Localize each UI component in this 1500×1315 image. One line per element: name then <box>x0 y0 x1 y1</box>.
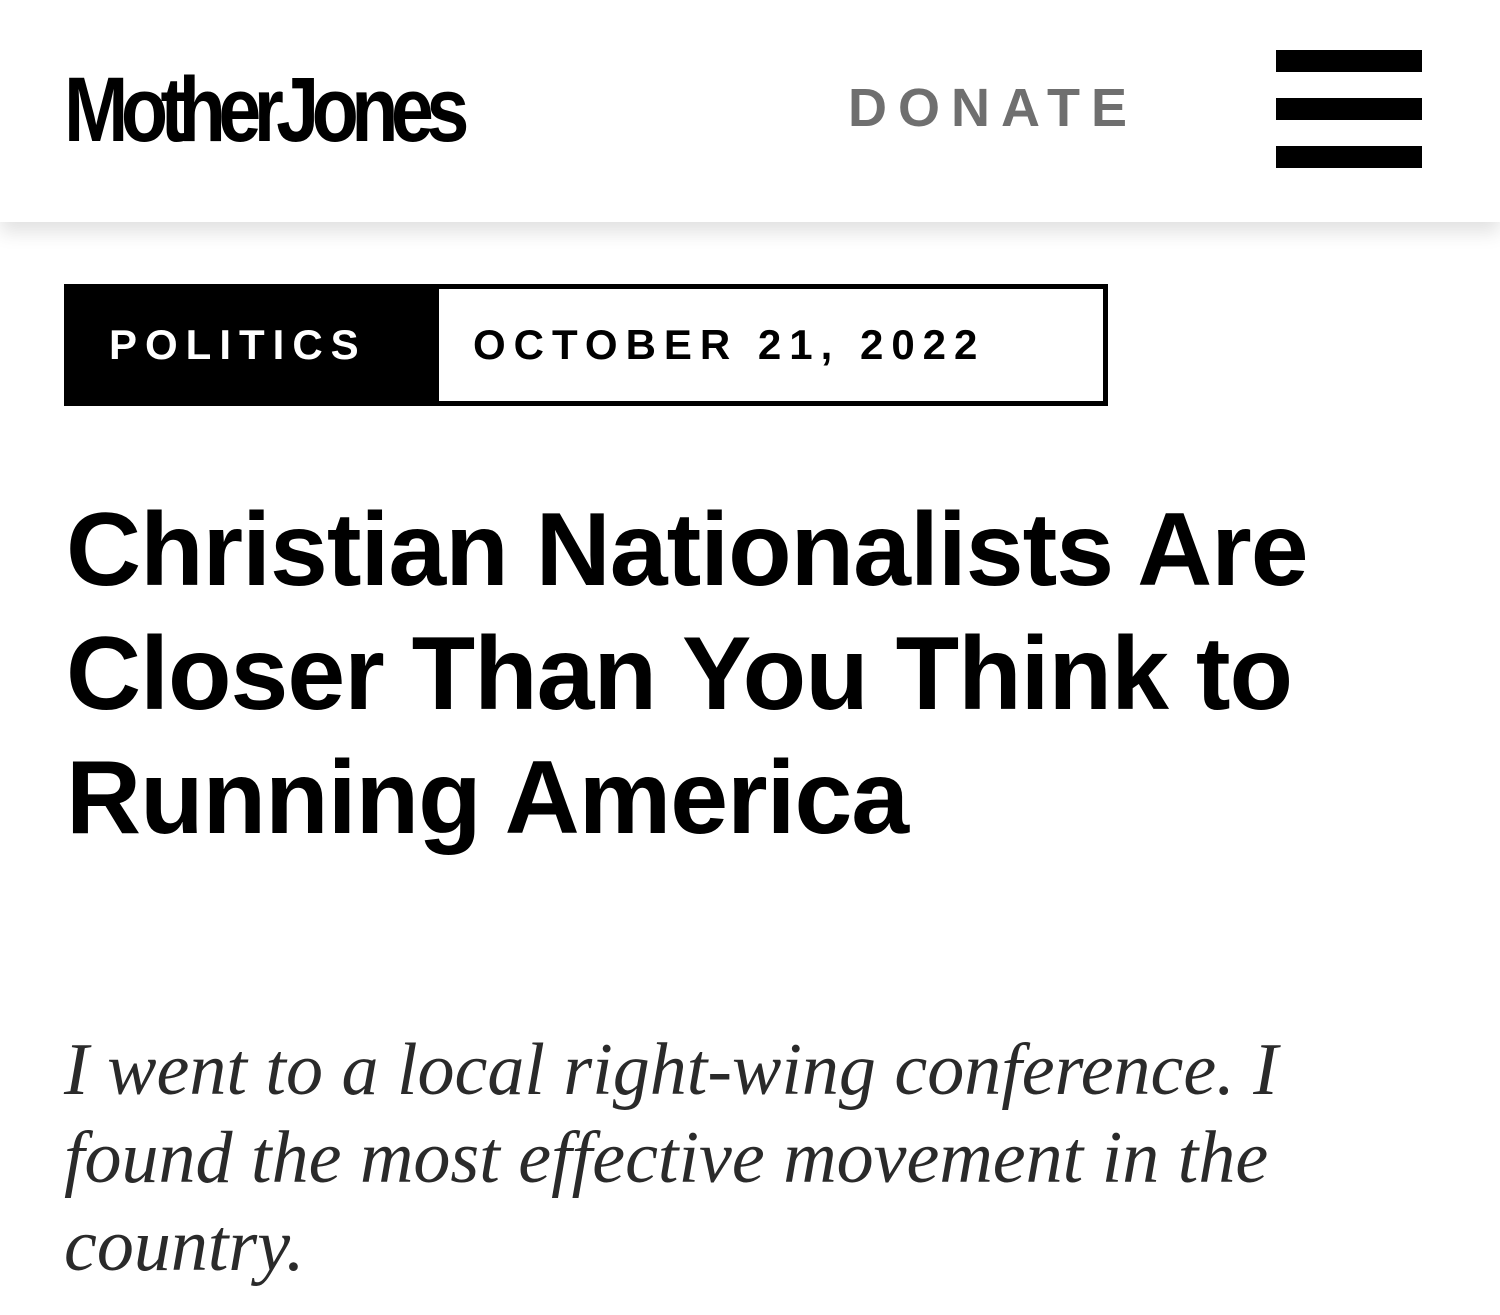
menu-bar <box>1276 98 1422 120</box>
site-header: MotherJones DONATE <box>0 0 1500 222</box>
menu-bar <box>1276 50 1422 72</box>
hamburger-menu-icon[interactable] <box>1276 50 1422 168</box>
article-dek: I went to a local right-wing conference.… <box>64 1029 1278 1287</box>
publish-date: OCTOBER 21, 2022 <box>473 321 986 368</box>
article-headline: Christian Nationalists Are Closer Than Y… <box>66 492 1309 856</box>
donate-link[interactable]: DONATE <box>848 78 1138 138</box>
mother-jones-logo[interactable]: MotherJones <box>64 64 469 156</box>
section-tag[interactable]: POLITICS <box>69 289 439 401</box>
menu-bar <box>1276 146 1422 168</box>
article-kicker: POLITICS OCTOBER 21, 2022 <box>64 284 1108 406</box>
